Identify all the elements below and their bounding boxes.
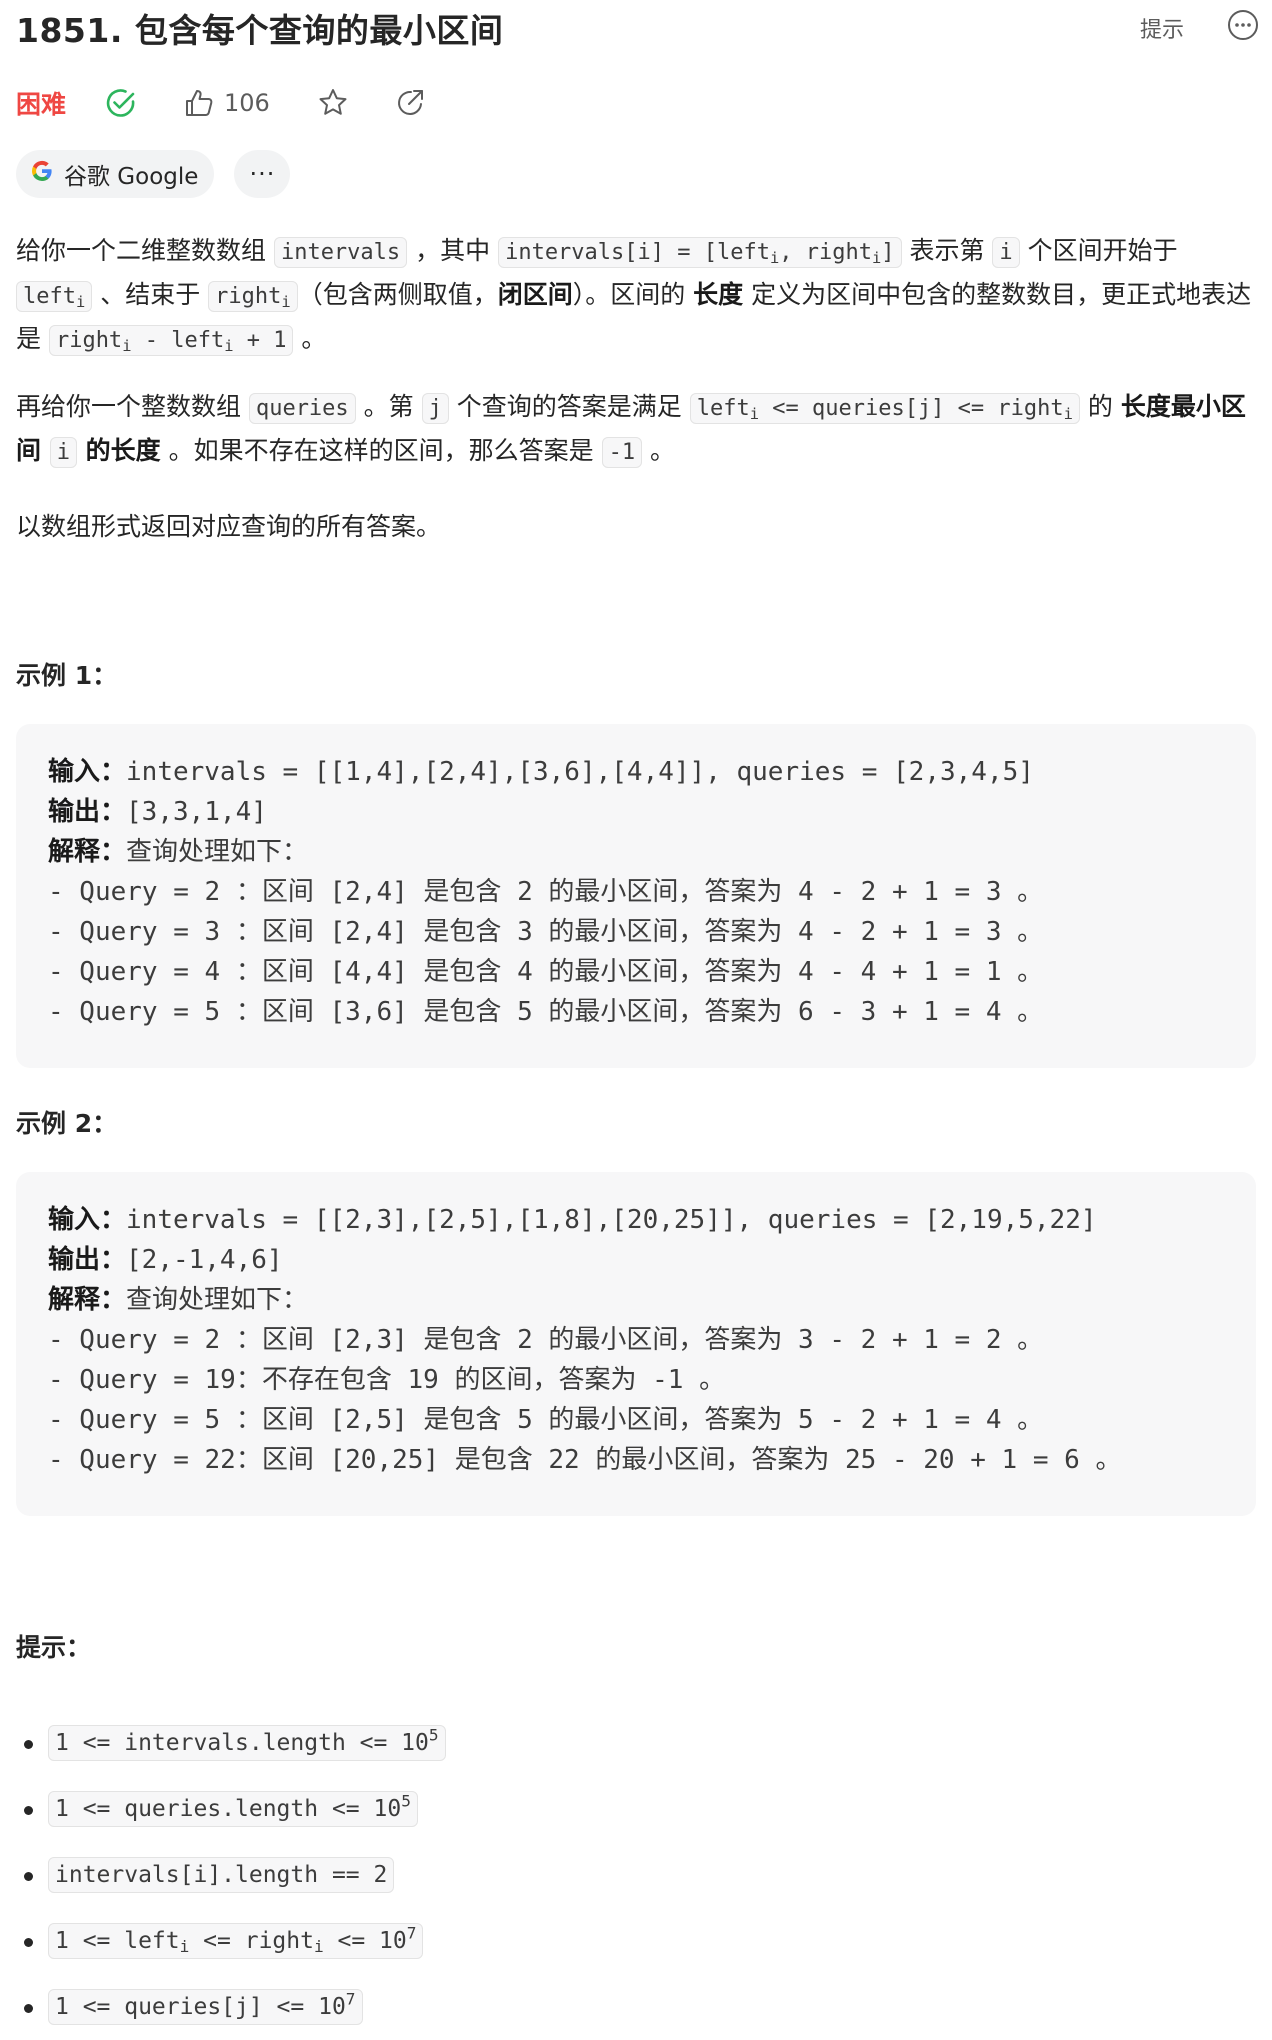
p1-bold: 长度 xyxy=(693,280,744,309)
thumbs-up-icon xyxy=(182,86,216,120)
p2-code: lefti <= queries[j] <= righti xyxy=(689,393,1080,424)
example-output: 输出：[3,3,1,4] xyxy=(48,792,1224,832)
example-query-line: - Query = 22：区间 [20,25] 是包含 22 的最小区间，答案为… xyxy=(48,1445,1122,1475)
constraint-item: 1 <= intervals.length <= 105 xyxy=(16,1710,1256,1776)
example-output: 输出：[2,-1,4,6] xyxy=(48,1240,1224,1280)
example-output-value: [3,3,1,4] xyxy=(126,797,267,827)
example-input: 输入：intervals = [[1,4],[2,4],[3,6],[4,4]]… xyxy=(48,752,1224,792)
example-explanation-value: 查询处理如下： xyxy=(126,837,309,867)
p2-text: 。如果不存在这样的区间，那么答案是 xyxy=(160,436,602,465)
google-logo-icon xyxy=(30,159,54,189)
p2-code: queries xyxy=(248,393,356,424)
description-paragraph-3: 以数组形式返回对应查询的所有答案。 xyxy=(16,512,442,541)
example-explanation-label: 解释： xyxy=(48,1285,127,1315)
example-explanation: 解释：查询处理如下： xyxy=(48,832,1224,872)
example-1-heading: 示例 1： xyxy=(16,661,118,690)
p1-text: ）。区间的 xyxy=(572,280,694,309)
solved-check-icon xyxy=(104,86,138,120)
example-query-line: - Query = 2 ：区间 [2,4] 是包含 2 的最小区间，答案为 4 … xyxy=(48,877,1044,907)
example-input-value: intervals = [[2,3],[2,5],[1,8],[20,25]],… xyxy=(126,1205,1097,1235)
p2-code: i xyxy=(49,437,77,468)
example-query-line: - Query = 4 ：区间 [4,4] 是包含 4 的最小区间，答案为 4 … xyxy=(48,957,1044,987)
problem-page: 1851. 包含每个查询的最小区间 提示 困难 106 谷歌 Google ··… xyxy=(0,0,1272,2025)
example-explanation-value: 查询处理如下： xyxy=(126,1285,309,1315)
p1-code: i xyxy=(992,237,1020,268)
company-tag-google[interactable]: 谷歌 Google xyxy=(16,150,215,198)
p1-text: 。 xyxy=(293,324,327,353)
constraint-item: intervals[i].length == 2 xyxy=(16,1842,1256,1908)
constraint-code: 1 <= lefti <= righti <= 107 xyxy=(48,1923,424,1959)
p2-code: -1 xyxy=(601,437,643,468)
example-explanation: 解释：查询处理如下： xyxy=(48,1280,1224,1320)
more-options-icon[interactable] xyxy=(1226,8,1260,42)
example-query-line: - Query = 2 ：区间 [2,3] 是包含 2 的最小区间，答案为 3 … xyxy=(48,1325,1044,1355)
like-count: 106 xyxy=(224,89,270,117)
constraint-item: 1 <= lefti <= righti <= 107 xyxy=(16,1908,1256,1974)
problem-title[interactable]: 1851. 包含每个查询的最小区间 xyxy=(16,4,503,52)
constraint-item: 1 <= queries.length <= 105 xyxy=(16,1776,1256,1842)
example-input: 输入：intervals = [[2,3],[2,5],[1,8],[20,25… xyxy=(48,1200,1224,1240)
example-query-line: - Query = 3 ：区间 [2,4] 是包含 3 的最小区间，答案为 4 … xyxy=(48,917,1044,947)
p2-text: 的 xyxy=(1079,392,1121,421)
example-output-value: [2,-1,4,6] xyxy=(126,1245,283,1275)
p1-text: ，其中 xyxy=(407,236,499,265)
difficulty-badge: 困难 xyxy=(16,90,67,119)
p1-text: 个区间开始于 xyxy=(1019,236,1178,265)
example-1-box: 输入：intervals = [[1,4],[2,4],[3,6],[4,4]]… xyxy=(16,724,1256,1068)
p2-text: 个查询的答案是满足 xyxy=(448,392,690,421)
constraints-heading: 提示： xyxy=(16,1633,92,1662)
like-button[interactable]: 106 xyxy=(182,86,270,120)
p1-bold: 闭区间 xyxy=(497,280,573,309)
company-tag-label: 谷歌 Google xyxy=(64,164,199,190)
p1-text: 、结束于 xyxy=(92,280,209,309)
p1-code: intervals xyxy=(273,237,408,268)
example-explanation-label: 解释： xyxy=(48,837,127,867)
example-input-label: 输入： xyxy=(48,1205,127,1235)
share-icon[interactable] xyxy=(394,86,428,120)
description-paragraph-1: 给你一个二维整数数组 intervals ，其中 intervals[i] = … xyxy=(16,230,1256,362)
constraints-list: 1 <= intervals.length <= 105 1 <= queries… xyxy=(16,1710,1256,2040)
example-2-heading: 示例 2： xyxy=(16,1109,118,1138)
constraint-code: intervals[i].length == 2 xyxy=(48,1857,395,1893)
title-row: 1851. 包含每个查询的最小区间 xyxy=(16,0,1256,56)
example-2-box: 输入：intervals = [[2,3],[2,5],[1,8],[20,25… xyxy=(16,1172,1256,1516)
example-query-line: - Query = 19：不存在包含 19 的区间，答案为 -1 。 xyxy=(48,1365,726,1395)
p2-code: j xyxy=(421,393,449,424)
constraint-code: 1 <= queries[j] <= 107 xyxy=(48,1989,363,2025)
example-query-line: - Query = 5 ：区间 [2,5] 是包含 5 的最小区间，答案为 5 … xyxy=(48,1405,1044,1435)
example-output-label: 输出： xyxy=(48,797,127,827)
example-input-value: intervals = [[1,4],[2,4],[3,6],[4,4]], q… xyxy=(126,757,1034,787)
meta-row: 困难 106 xyxy=(16,78,428,128)
p1-text: 给你一个二维整数数组 xyxy=(16,236,274,265)
p1-code: righti xyxy=(208,281,298,312)
p1-code: righti - lefti + 1 xyxy=(48,325,294,356)
p2-bold: 的长度 xyxy=(76,436,161,465)
constraint-code: 1 <= intervals.length <= 105 xyxy=(48,1725,446,1761)
description-paragraph-2: 再给你一个整数数组 queries 。第 j 个查询的答案是满足 lefti <… xyxy=(16,386,1256,474)
more-tags-button[interactable]: ··· xyxy=(234,150,291,198)
p2-text: 。第 xyxy=(355,392,422,421)
example-output-label: 输出： xyxy=(48,1245,127,1275)
constraint-code: 1 <= queries.length <= 105 xyxy=(48,1791,418,1827)
constraint-item: 1 <= queries[j] <= 107 xyxy=(16,1974,1256,2040)
p1-text: 表示第 xyxy=(901,236,993,265)
p2-text: 再给你一个整数数组 xyxy=(16,392,249,421)
p1-code: intervals[i] = [lefti, righti] xyxy=(498,237,902,268)
p1-code: lefti xyxy=(16,281,93,312)
star-icon[interactable] xyxy=(316,86,350,120)
p1-text: （包含两侧取值， xyxy=(297,280,498,309)
p2-text: 。 xyxy=(642,436,676,465)
example-input-label: 输入： xyxy=(48,757,127,787)
tag-row: 谷歌 Google ··· xyxy=(16,150,291,198)
example-query-line: - Query = 5 ：区间 [3,6] 是包含 5 的最小区间，答案为 6 … xyxy=(48,997,1044,1027)
hint-link[interactable]: 提示 xyxy=(1140,12,1184,44)
